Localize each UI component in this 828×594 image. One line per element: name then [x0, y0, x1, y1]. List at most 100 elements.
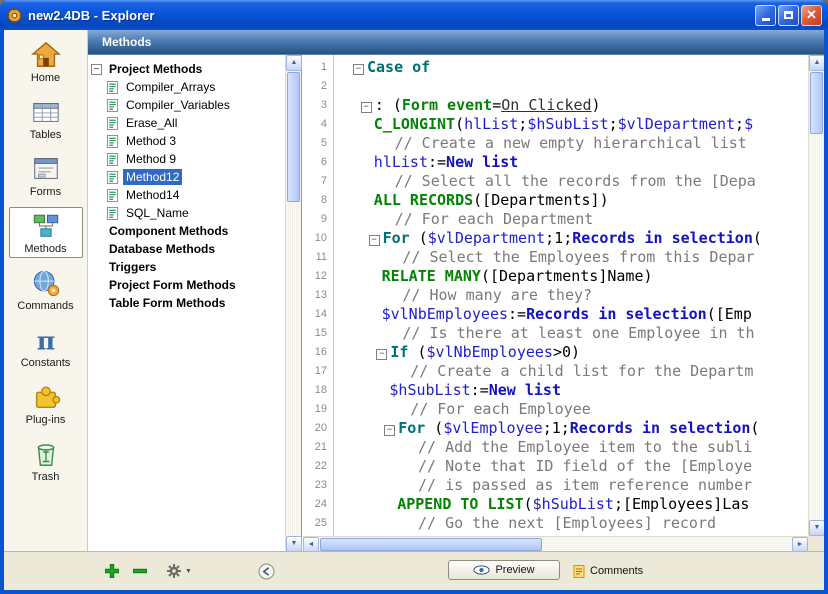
scroll-up-icon[interactable]: ▲ — [809, 55, 824, 71]
tree-item-database-methods[interactable]: Database Methods — [88, 240, 285, 258]
tree-item-component-methods[interactable]: Component Methods — [88, 222, 285, 240]
code-text: // Is there at least one Employee in th — [337, 324, 755, 343]
titlebar[interactable]: new2.4DB - Explorer ✕ — [0, 0, 828, 30]
comments-button[interactable]: Comments — [572, 561, 643, 581]
code-line-13[interactable]: 13// How many are they? — [303, 286, 808, 305]
method-icon — [106, 135, 119, 148]
tree-item-triggers[interactable]: Triggers — [88, 258, 285, 276]
code-line-14[interactable]: 14$vlNbEmployees:=Records in selection([… — [303, 305, 808, 324]
code-segment: Records in selection — [570, 419, 751, 437]
line-number: 25 — [303, 514, 337, 533]
sidebar-item-methods[interactable]: Methods — [9, 207, 83, 258]
code-line-5[interactable]: 5// Create a new empty hierarchical list — [303, 134, 808, 153]
code-segment: // For each Employee — [410, 400, 591, 418]
tree-item-project-methods[interactable]: −Project Methods — [88, 60, 285, 78]
tree-item-table-form-methods[interactable]: Table Form Methods — [88, 294, 285, 312]
maximize-button[interactable] — [778, 5, 799, 26]
fold-collapse-icon[interactable]: − — [361, 102, 372, 113]
options-gear-button[interactable]: ▼ — [166, 561, 192, 581]
code-line-6[interactable]: 6hlList:=New list — [303, 153, 808, 172]
code-line-23[interactable]: 23// is passed as item reference number — [303, 476, 808, 495]
code-text: // Go the next [Employees] record — [337, 514, 716, 533]
code-segment: := — [428, 153, 446, 171]
tree-scrollbar[interactable]: ▲ ▼ — [285, 55, 301, 552]
code-segment: // Add the Employee item to the subli — [418, 438, 752, 456]
fold-collapse-icon[interactable]: − — [376, 349, 387, 360]
code-line-2[interactable]: 2 — [303, 77, 808, 96]
tree-item-erase-all[interactable]: Erase_All — [88, 114, 285, 132]
code-segment: ; — [518, 115, 527, 133]
fold-collapse-icon[interactable]: − — [353, 64, 364, 75]
code-line-20[interactable]: 20−For ($vlEmployee;1;Records in selecti… — [303, 419, 808, 438]
tree-item-method-9[interactable]: Method 9 — [88, 150, 285, 168]
code-line-9[interactable]: 9// For each Department — [303, 210, 808, 229]
code-line-8[interactable]: 8ALL RECORDS([Departments]) — [303, 191, 808, 210]
commands-icon — [31, 268, 61, 298]
code-line-22[interactable]: 22// Note that ID field of the [Employe — [303, 457, 808, 476]
code-segment: ( — [425, 419, 443, 437]
fold-collapse-icon[interactable]: − — [369, 235, 380, 246]
preview-button[interactable]: Preview — [448, 560, 560, 580]
sidebar-item-label: Home — [10, 72, 82, 84]
scroll-down-icon[interactable]: ▼ — [286, 536, 302, 552]
tree-item-method-3[interactable]: Method 3 — [88, 132, 285, 150]
collapse-expander-icon[interactable]: − — [91, 64, 102, 75]
collapse-panel-button[interactable] — [258, 561, 274, 581]
tree-item-sql-name[interactable]: SQL_Name — [88, 204, 285, 222]
code-line-4[interactable]: 4C_LONGINT(hlList;$hSubList;$vlDepartmen… — [303, 115, 808, 134]
code-segment: ( — [524, 495, 533, 513]
code-text: $vlNbEmployees:=Records in selection([Em… — [337, 305, 752, 324]
code-segment: Records in selection — [526, 305, 707, 323]
sidebar-item-forms[interactable]: Forms — [9, 150, 83, 201]
delete-method-button[interactable] — [132, 561, 148, 581]
add-method-button[interactable] — [104, 561, 120, 581]
sidebar-item-trash[interactable]: Trash — [9, 435, 83, 486]
sidebar-item-home[interactable]: Home — [9, 36, 83, 87]
tree-item-compiler-variables[interactable]: Compiler_Variables — [88, 96, 285, 114]
code-line-24[interactable]: 24APPEND TO LIST($hSubList;[Employees]La… — [303, 495, 808, 514]
code-line-10[interactable]: 10−For ($vlDepartment;1;Records in selec… — [303, 229, 808, 248]
code-line-11[interactable]: 11// Select the Employees from this Depa… — [303, 248, 808, 267]
sidebar-item-constants[interactable]: πConstants — [9, 321, 83, 372]
tree-item-project-form-methods[interactable]: Project Form Methods — [88, 276, 285, 294]
code-hscroll-thumb[interactable] — [320, 538, 542, 551]
code-line-1[interactable]: 1−Case of — [303, 58, 808, 77]
preview-button-label: Preview — [495, 564, 534, 576]
sidebar-item-commands[interactable]: Commands — [9, 264, 83, 315]
line-number: 10 — [303, 229, 337, 248]
code-text: // is passed as item reference number — [337, 476, 752, 495]
tree-item-method12[interactable]: Method12 — [88, 168, 285, 186]
code-text: −: (Form event=On Clicked) — [337, 96, 601, 115]
code-horizontal-scrollbar[interactable]: ◄ ► — [303, 536, 808, 552]
code-segment: ;1; — [543, 419, 570, 437]
scroll-up-icon[interactable]: ▲ — [286, 55, 302, 71]
tree-item-label: Triggers — [106, 259, 159, 275]
code-line-3[interactable]: 3−: (Form event=On Clicked) — [303, 96, 808, 115]
code-line-25[interactable]: 25// Go the next [Employees] record — [303, 514, 808, 533]
line-number: 20 — [303, 419, 337, 438]
code-lines[interactable]: 1−Case of23−: (Form event=On Clicked)4C_… — [303, 55, 808, 536]
tree-item-method14[interactable]: Method14 — [88, 186, 285, 204]
code-segment: ( — [410, 229, 428, 247]
code-line-19[interactable]: 19// For each Employee — [303, 400, 808, 419]
code-line-12[interactable]: 12RELATE MANY([Departments]Name) — [303, 267, 808, 286]
close-button[interactable]: ✕ — [801, 5, 822, 26]
tree-item-label: Project Form Methods — [106, 277, 239, 293]
fold-collapse-icon[interactable]: − — [384, 425, 395, 436]
sidebar-item-plug-ins[interactable]: Plug-ins — [9, 378, 83, 429]
tree-scroll-thumb[interactable] — [287, 72, 300, 202]
minimize-button[interactable] — [755, 5, 776, 26]
tree-item-compiler-arrays[interactable]: Compiler_Arrays — [88, 78, 285, 96]
scroll-down-icon[interactable]: ▼ — [809, 520, 824, 536]
sidebar-item-label: Plug-ins — [10, 414, 82, 426]
sidebar-item-tables[interactable]: Tables — [9, 93, 83, 144]
code-line-7[interactable]: 7// Select all the records from the [Dep… — [303, 172, 808, 191]
code-line-21[interactable]: 21// Add the Employee item to the subli — [303, 438, 808, 457]
code-vscroll-thumb[interactable] — [810, 72, 823, 134]
code-line-18[interactable]: 18$hSubList:=New list — [303, 381, 808, 400]
code-line-16[interactable]: 16−If ($vlNbEmployees>0) — [303, 343, 808, 362]
code-line-17[interactable]: 17// Create a child list for the Departm — [303, 362, 808, 381]
forms-icon — [31, 154, 61, 184]
code-line-15[interactable]: 15// Is there at least one Employee in t… — [303, 324, 808, 343]
code-vertical-scrollbar[interactable]: ▲ ▼ — [808, 55, 824, 536]
